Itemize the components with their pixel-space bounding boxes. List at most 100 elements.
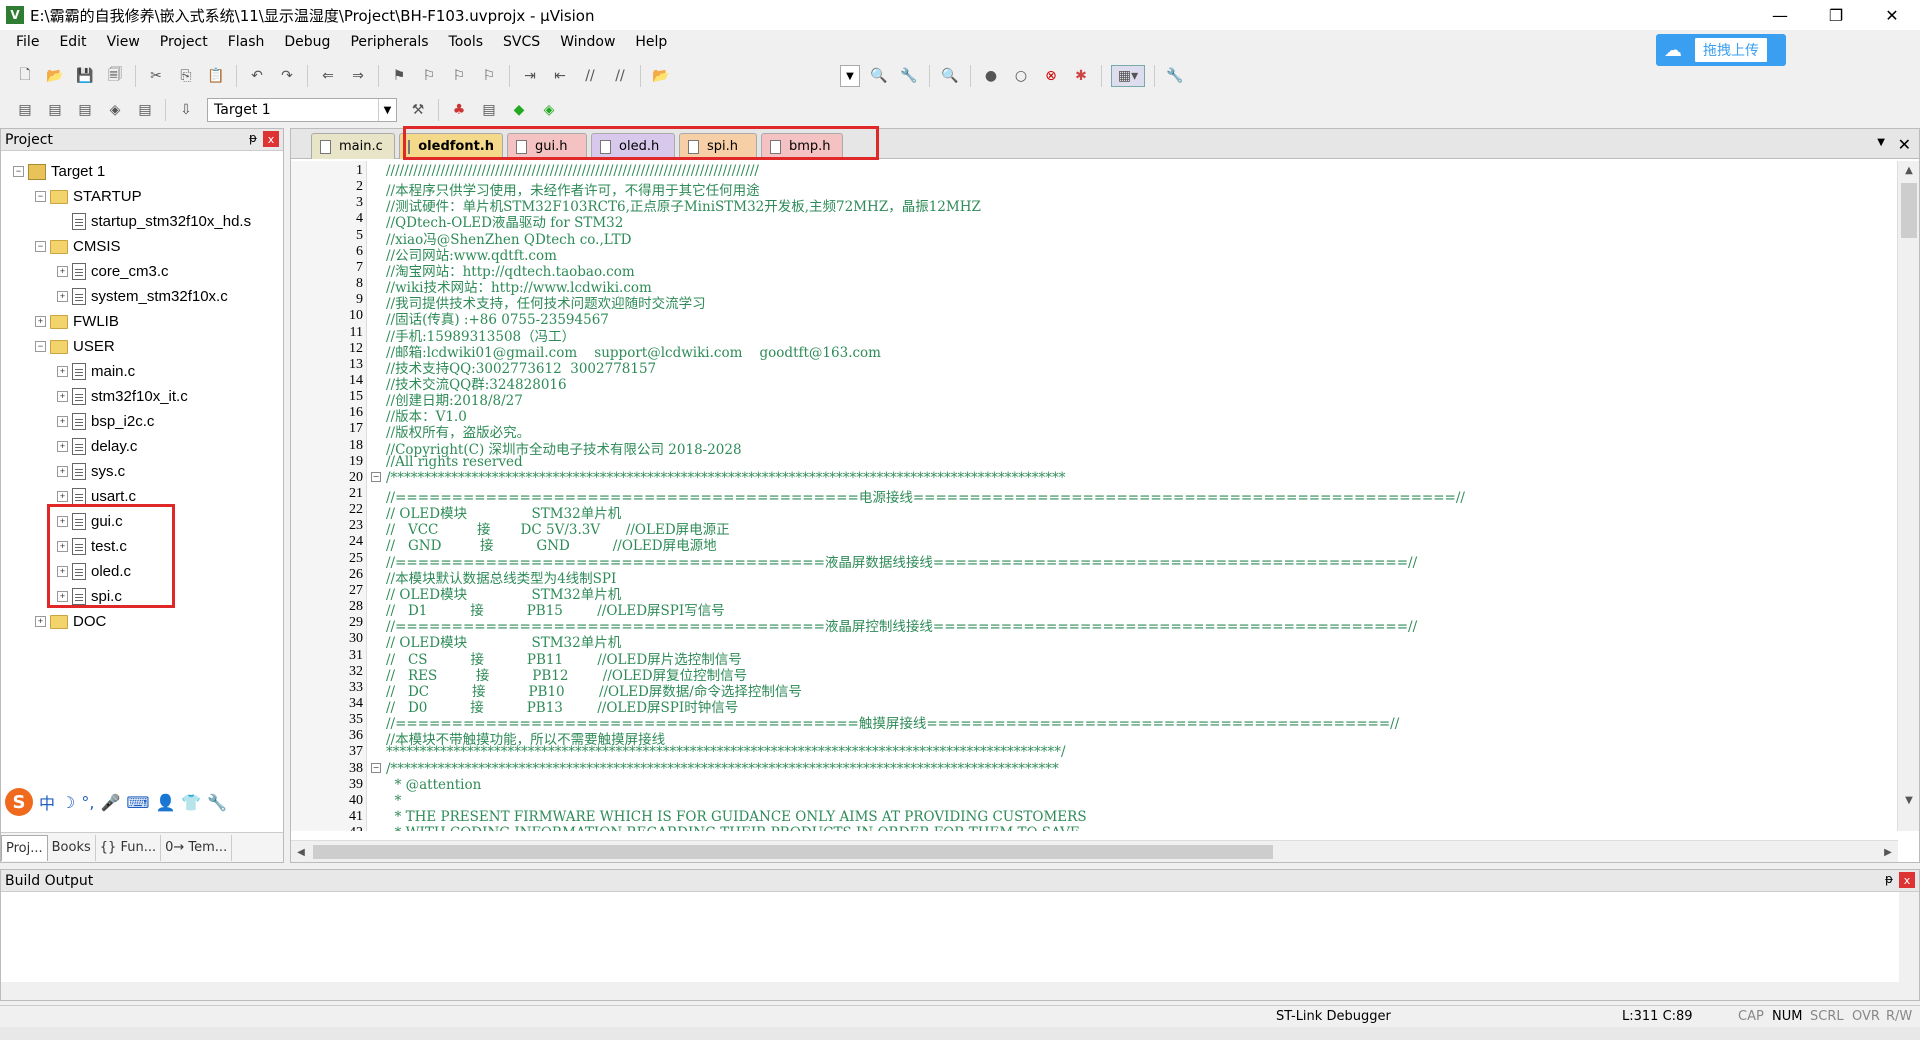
punctuation-icon[interactable]: °, (81, 793, 94, 812)
navigate-forward-icon[interactable]: ⇒ (347, 65, 369, 87)
expand-icon[interactable]: + (57, 416, 68, 427)
vertical-scroll-thumb[interactable] (1901, 183, 1917, 238)
scroll-up-icon[interactable]: ▲ (1898, 161, 1920, 179)
expand-icon[interactable]: + (57, 291, 68, 302)
expand-icon[interactable]: + (35, 316, 46, 327)
disable-breakpoints-icon[interactable]: ⊗ (1040, 65, 1062, 87)
save-icon[interactable]: 💾 (74, 65, 96, 87)
scroll-left-icon[interactable]: ◀ (291, 841, 311, 863)
target-options-icon[interactable]: ⚒ (407, 99, 429, 121)
tab-list-dropdown-icon[interactable]: ▼ (1877, 137, 1885, 148)
menu-svcs[interactable]: SVCS (493, 34, 550, 50)
tab-project[interactable]: Proj... (1, 834, 48, 861)
tree-file-item[interactable]: + stm32f10x_it.c (1, 384, 283, 409)
maximize-button[interactable]: ❐ (1808, 0, 1864, 30)
tree-file-item[interactable]: + core_cm3.c (1, 259, 283, 284)
debug-session-icon[interactable]: 🔍 (939, 65, 961, 87)
pin-icon[interactable]: ᵽ (1885, 872, 1893, 886)
menu-tools[interactable]: Tools (439, 34, 494, 50)
rebuild-icon[interactable]: ▤ (74, 99, 96, 121)
collapse-icon[interactable]: − (35, 191, 46, 202)
incremental-find-icon[interactable]: 🔧 (898, 65, 920, 87)
tree-file-item[interactable]: + bsp_i2c.c (1, 409, 283, 434)
tab-books[interactable]: Books (48, 834, 96, 861)
next-bookmark-icon[interactable]: ⚐ (448, 65, 470, 87)
close-panel-icon[interactable]: x (263, 131, 279, 147)
menu-debug[interactable]: Debug (274, 34, 340, 50)
translate-icon[interactable]: ▤ (14, 99, 36, 121)
user-icon[interactable]: 👤 (155, 793, 175, 812)
menu-help[interactable]: Help (625, 34, 677, 50)
tree-file-item[interactable]: + system_stm32f10x.c (1, 284, 283, 309)
menu-edit[interactable]: Edit (49, 34, 96, 50)
menu-peripherals[interactable]: Peripherals (340, 34, 438, 50)
tree-group-item[interactable]: − STARTUP (1, 184, 283, 209)
bookmark-icon[interactable]: ⚑ (388, 65, 410, 87)
paste-icon[interactable]: 📋 (205, 65, 227, 87)
manage-run-time-icon[interactable]: ◆ (508, 99, 530, 121)
indent-icon[interactable]: ⇥ (519, 65, 541, 87)
uncomment-icon[interactable]: // (609, 65, 631, 87)
save-all-icon[interactable]: 🗐 (104, 65, 126, 87)
menu-flash[interactable]: Flash (218, 34, 275, 50)
pin-icon[interactable]: ᵽ (249, 131, 257, 145)
fold-toggle-icon[interactable]: − (371, 762, 381, 773)
clear-bookmarks-icon[interactable]: ⚐ (478, 65, 500, 87)
copy-icon[interactable]: ⎘ (175, 65, 197, 87)
tree-group-item[interactable]: − USER (1, 334, 283, 359)
minimize-button[interactable]: — (1752, 0, 1808, 30)
skin-icon[interactable]: 👕 (181, 793, 201, 812)
manage-components-icon[interactable]: ♣ (448, 99, 470, 121)
tree-file-item[interactable]: + sys.c (1, 459, 283, 484)
expand-icon[interactable]: + (35, 616, 46, 627)
file-extensions-icon[interactable]: ▤ (478, 99, 500, 121)
drag-upload-button[interactable]: ☁ 拖拽上传 (1656, 34, 1786, 66)
batch-build-icon[interactable]: ◈ (104, 99, 126, 121)
editor-tab-main-c[interactable]: main.c (311, 133, 395, 159)
build-icon[interactable]: ▤ (44, 99, 66, 121)
unindent-icon[interactable]: ⇤ (549, 65, 571, 87)
tree-file-item[interactable]: + main.c (1, 359, 283, 384)
target-select[interactable]: Target 1 ▼ (207, 98, 397, 122)
find-combo-dropdown[interactable]: ▼ (840, 65, 860, 87)
scroll-down-icon[interactable]: ▼ (1898, 791, 1920, 809)
close-button[interactable]: ✕ (1864, 0, 1920, 30)
comment-icon[interactable]: // (579, 65, 601, 87)
tree-group-item[interactable]: − CMSIS (1, 234, 283, 259)
configure-icon[interactable]: 🔧 (1164, 65, 1186, 87)
breakpoint-icon[interactable]: ● (980, 65, 1002, 87)
build-output-vertical-scrollbar[interactable] (1899, 892, 1919, 1000)
cut-icon[interactable]: ✂ (145, 65, 167, 87)
pack-installer-icon[interactable]: ◈ (538, 99, 560, 121)
collapse-icon[interactable]: − (13, 166, 24, 177)
menu-window[interactable]: Window (550, 34, 625, 50)
navigate-back-icon[interactable]: ⇐ (317, 65, 339, 87)
prev-bookmark-icon[interactable]: ⚐ (418, 65, 440, 87)
horizontal-scrollbar[interactable]: ◀ ▶ (291, 840, 1898, 862)
find-icon[interactable]: 🔍 (868, 65, 890, 87)
tree-file-item[interactable]: + delay.c (1, 434, 283, 459)
keyboard-icon[interactable]: ⌨ (126, 793, 149, 812)
tree-group-item[interactable]: + FWLIB (1, 309, 283, 334)
expand-icon[interactable]: + (57, 441, 68, 452)
new-file-icon[interactable]: 🗋 (14, 65, 36, 87)
menu-project[interactable]: Project (150, 34, 218, 50)
menu-file[interactable]: File (6, 34, 49, 50)
expand-icon[interactable]: + (57, 366, 68, 377)
expand-icon[interactable]: + (57, 466, 68, 477)
tab-templates[interactable]: 0→ Tem... (161, 834, 233, 861)
chinese-mode-icon[interactable]: 中 (39, 790, 55, 814)
enable-breakpoint-icon[interactable]: ○ (1010, 65, 1032, 87)
expand-icon[interactable]: + (57, 391, 68, 402)
find-in-files-icon[interactable]: 📂 (650, 65, 672, 87)
scroll-right-icon[interactable]: ▶ (1878, 841, 1898, 863)
sogou-logo-icon[interactable]: S (5, 788, 33, 816)
redo-icon[interactable]: ↷ (276, 65, 298, 87)
menu-view[interactable]: View (97, 34, 150, 50)
kill-breakpoints-icon[interactable]: ✱ (1070, 65, 1092, 87)
vertical-scrollbar[interactable]: ▲ ▼ (1897, 161, 1919, 831)
moon-icon[interactable]: ☽ (61, 793, 75, 812)
code-view[interactable]: 1 ///////////////////////////////////////… (291, 161, 1898, 831)
collapse-icon[interactable]: − (35, 341, 46, 352)
tree-target-item[interactable]: − Target 1 (1, 159, 283, 184)
